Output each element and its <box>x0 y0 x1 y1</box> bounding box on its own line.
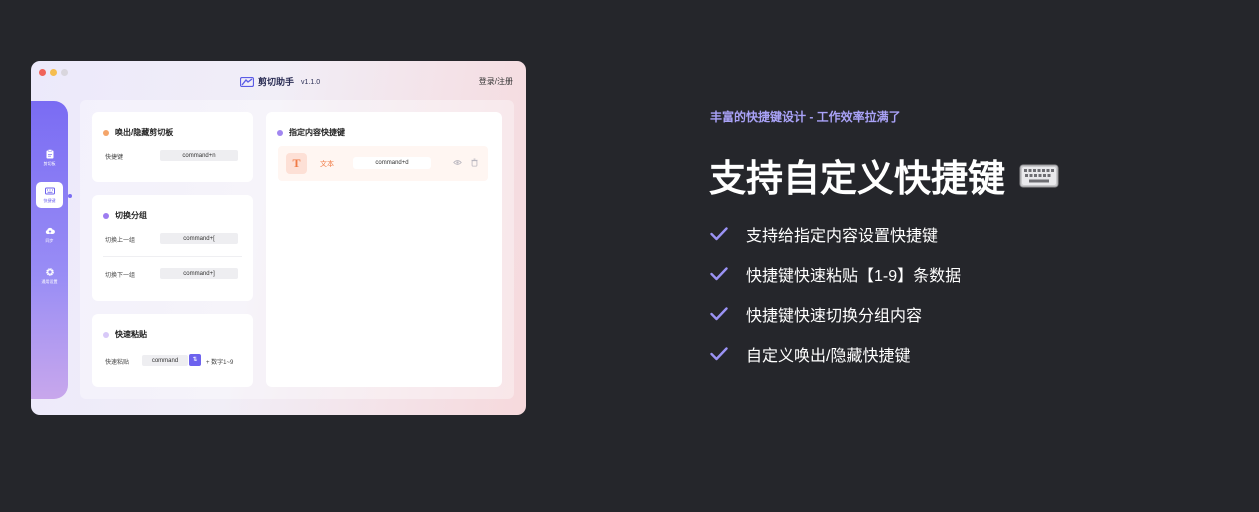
content-shortcut-row[interactable]: T 文本 command+d <box>278 146 488 181</box>
minimize-window-button[interactable] <box>50 69 57 76</box>
app-version: v1.1.0 <box>301 79 321 86</box>
sidebar-item-shortcuts[interactable]: 快捷键 <box>36 182 63 208</box>
row-label: 切换上一组 <box>105 238 136 244</box>
row-label: 快捷键 <box>105 155 124 161</box>
maximize-window-button[interactable] <box>61 69 68 76</box>
text-type-icon: T <box>286 153 307 174</box>
sidebar-item-label: 快捷键 <box>43 198 56 203</box>
check-icon <box>710 267 728 281</box>
app-logo-icon <box>240 76 254 87</box>
headline: 支持自定义快捷键 <box>709 148 1059 202</box>
active-indicator <box>68 194 72 198</box>
card-header: 唤出/隐藏剪切板 <box>103 127 173 138</box>
feature-item: 快捷键快速粘贴【1-9】条数据 <box>710 262 961 286</box>
content-type-label: 文本 <box>320 161 334 168</box>
login-register-link[interactable]: 登录/注册 <box>479 76 513 87</box>
feature-text: 快捷键快速切换分组内容 <box>746 308 923 325</box>
paste-suffix: + 数字1~9 <box>206 360 234 366</box>
purple-dot <box>103 212 109 219</box>
sidebar: 剪切板 快捷键 同步 通用设置 <box>31 101 68 399</box>
card-title: 唤出/隐藏剪切板 <box>115 128 174 137</box>
toggle-clipboard-card: 唤出/隐藏剪切板 快捷键 command+n <box>92 112 253 182</box>
eye-icon[interactable] <box>453 158 462 167</box>
feature-text: 支持给指定内容设置快捷键 <box>746 228 939 245</box>
card-title: 快速粘贴 <box>115 330 147 339</box>
feature-item: 自定义唤出/隐藏快捷键 <box>710 342 910 366</box>
divider <box>103 256 242 257</box>
check-icon <box>710 347 728 361</box>
feature-text: 快捷键快速粘贴【1-9】条数据 <box>746 268 962 285</box>
lavender-dot <box>103 331 109 338</box>
cloud-upload-icon <box>45 227 55 234</box>
prev-group-shortcut-field[interactable]: command+[ <box>160 233 238 244</box>
feature-item: 支持给指定内容设置快捷键 <box>710 222 938 246</box>
keyboard-icon <box>1019 164 1059 188</box>
content-shortcut-field[interactable]: command+d <box>353 157 431 169</box>
headline-text: 支持自定义快捷键 <box>709 158 1005 199</box>
card-header: 切换分组 <box>103 210 147 221</box>
row-label: 快速粘贴 <box>105 360 130 366</box>
purple-dot <box>277 129 283 136</box>
keyboard-icon <box>44 187 55 195</box>
trash-icon[interactable] <box>470 158 479 167</box>
sidebar-item-label: 通用设置 <box>41 279 58 284</box>
shortcut-settings-panel: 唤出/隐藏剪切板 快捷键 command+n 切换分组 切换上一组 comman… <box>80 100 514 399</box>
app-window-preview: 剪切助手 v1.1.0 登录/注册 剪切板 快捷键 同步 通用设置 唤出/隐藏剪… <box>31 61 526 415</box>
card-title: 指定内容快捷键 <box>289 128 345 137</box>
row-label: 切换下一组 <box>105 273 136 279</box>
quick-paste-card: 快速粘贴 快速粘贴 command ⇅ + 数字1~9 <box>92 314 253 387</box>
app-title-bar: 剪切助手 v1.1.0 <box>240 75 320 88</box>
app-name: 剪切助手 <box>258 77 295 87</box>
content-shortcut-card: 指定内容快捷键 T 文本 command+d <box>266 112 502 387</box>
sidebar-item-sync[interactable]: 同步 <box>36 222 63 248</box>
sidebar-item-settings[interactable]: 通用设置 <box>36 263 63 289</box>
gear-icon <box>45 268 54 276</box>
card-title: 切换分组 <box>115 211 147 220</box>
close-window-button[interactable] <box>39 69 46 76</box>
card-header: 快速粘贴 <box>103 329 147 340</box>
switch-group-card: 切换分组 切换上一组 command+[ 切换下一组 command+] <box>92 195 253 301</box>
sidebar-item-label: 同步 <box>45 238 54 243</box>
row-actions <box>453 158 479 167</box>
clipboard-icon <box>46 149 53 159</box>
feature-text: 自定义唤出/隐藏快捷键 <box>746 348 911 365</box>
check-icon <box>710 227 728 241</box>
sidebar-item-clipboard[interactable]: 剪切板 <box>36 145 63 171</box>
paste-modifier-select[interactable]: command <box>142 355 188 366</box>
tagline: 丰富的快捷键设计 - 工作效率拉满了 <box>710 110 901 124</box>
next-group-shortcut-field[interactable]: command+] <box>160 268 238 279</box>
sidebar-item-label: 剪切板 <box>43 161 56 166</box>
feature-item: 快捷键快速切换分组内容 <box>710 302 922 326</box>
card-header: 指定内容快捷键 <box>277 127 345 138</box>
check-icon <box>710 307 728 321</box>
toggle-shortcut-field[interactable]: command+n <box>160 150 238 161</box>
modifier-stepper-icon[interactable]: ⇅ <box>189 354 201 366</box>
orange-dot <box>103 129 109 136</box>
window-controls <box>39 69 68 76</box>
